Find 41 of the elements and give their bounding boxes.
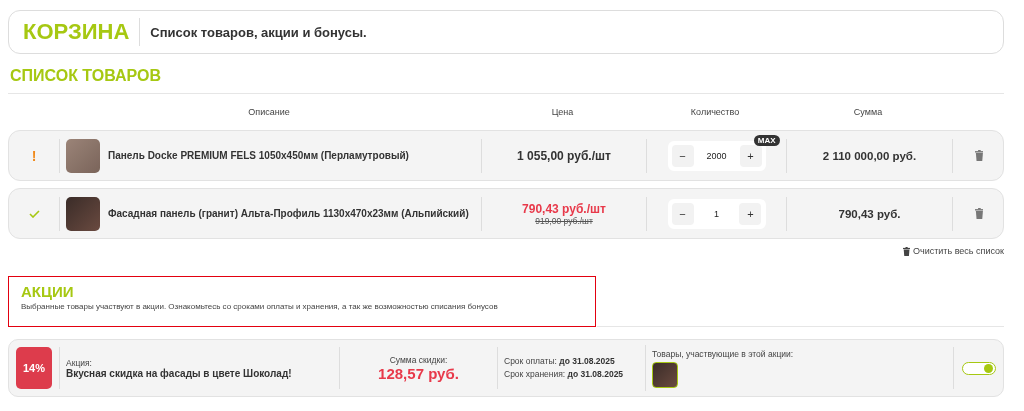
promotion-label: Акция: xyxy=(66,357,93,368)
delete-button[interactable] xyxy=(974,208,984,219)
product-photo-placeholder xyxy=(66,138,100,173)
column-header: Описание xyxy=(247,107,291,117)
section-title: АКЦИИ xyxy=(21,283,75,300)
column-header: Цена xyxy=(550,107,575,117)
row-sum: 790,43 руб. xyxy=(838,207,901,220)
quantity-value[interactable]: 1 xyxy=(714,208,719,219)
page-title: КОРЗИНА xyxy=(23,18,141,46)
product-price: 790,43 руб./шт xyxy=(522,201,606,216)
discount-amount: 128,57 руб. xyxy=(378,364,459,382)
trash-icon xyxy=(974,208,984,219)
old-price: 919,00 руб./шт xyxy=(535,215,593,226)
quantity-value[interactable]: 2000 xyxy=(706,150,727,161)
trash-icon xyxy=(974,150,984,161)
page-subtitle: Список товаров, акции и бонусы. xyxy=(150,24,367,40)
storage-term: Срок хранения: до 31.08.2025 xyxy=(504,368,625,381)
warning-mark: ! xyxy=(31,147,37,164)
trash-icon xyxy=(902,246,910,256)
promotion-name: Вкусная скидка на фасады в цвете Шоколад! xyxy=(66,367,293,379)
product-photo-placeholder xyxy=(652,362,678,388)
discount-badge: 14% xyxy=(16,347,52,389)
participating-products-label: Товары, участвующие в этой акции: xyxy=(652,349,795,359)
product-name: Фасадная панель (гранит) Альта-Профиль 1130x470x23мм (Альпийский) xyxy=(108,208,469,219)
product-price: 1 055,00 руб./шт xyxy=(517,148,611,163)
product-photo-placeholder xyxy=(66,196,100,231)
product-name: Панель Docke PREMIUM FELS 1050x450мм (Перламутровый) xyxy=(108,150,409,161)
promotions-description: Выбранные товары участвуют в акции. Ознакомьтесь со сроками оплаты и хранения, а так же возможностью списания бонусов xyxy=(21,302,499,311)
delete-button[interactable] xyxy=(974,150,984,161)
column-header: Количество xyxy=(689,107,741,117)
promotion-toggle[interactable] xyxy=(961,361,996,375)
row-sum: 2 110 000,00 руб. xyxy=(822,149,917,162)
column-header: Сумма xyxy=(852,107,884,117)
decrease-button[interactable]: − xyxy=(671,202,694,225)
discount-label: Сумма скидки: xyxy=(389,354,448,365)
increase-button[interactable]: + xyxy=(739,144,762,167)
section-title: СПИСОК ТОВАРОВ xyxy=(8,54,1004,94)
max-badge: MAX xyxy=(753,134,780,146)
increase-button[interactable]: + xyxy=(739,202,762,225)
decrease-button[interactable]: − xyxy=(671,144,694,167)
payment-term: Срок оплаты: до 31.08.2025 xyxy=(504,355,616,368)
